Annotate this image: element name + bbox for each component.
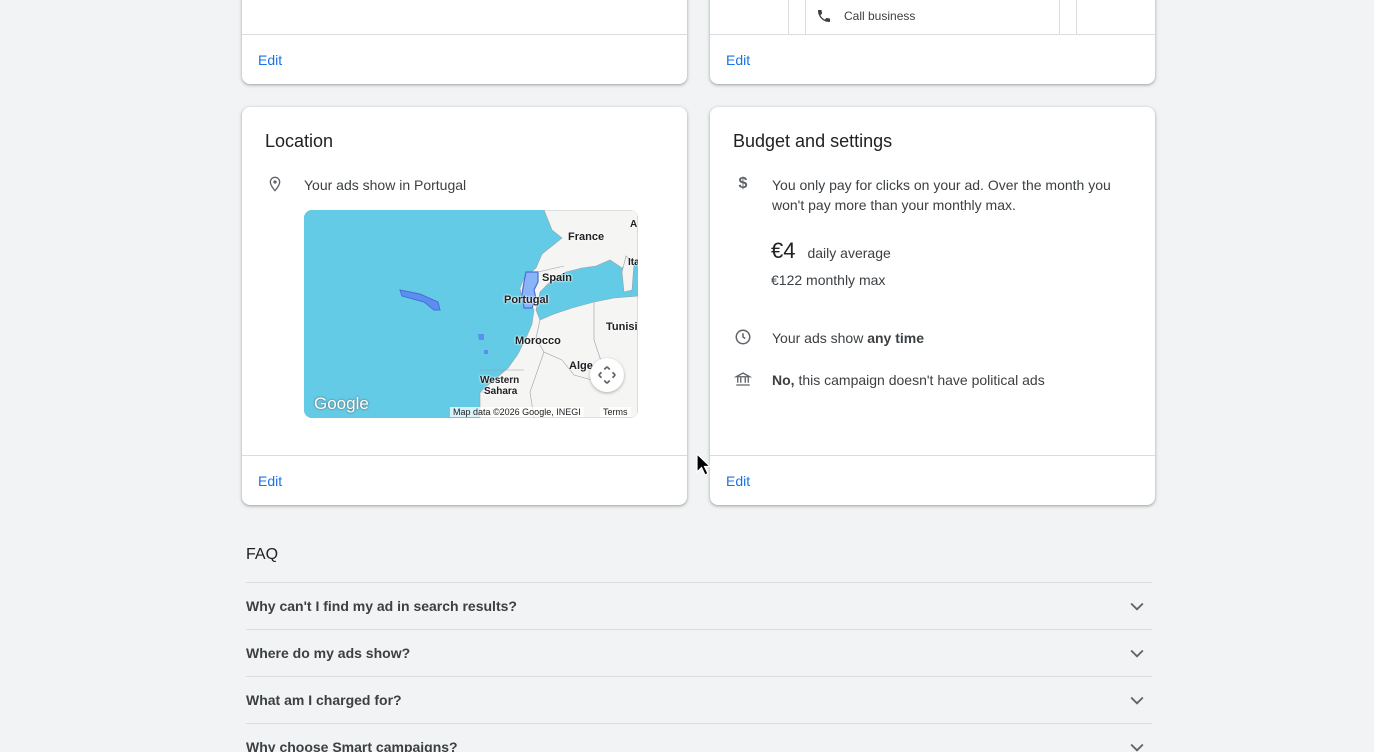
daily-label: daily average [807,245,891,261]
pay-info-text: You only pay for clicks on your ad. Over… [772,177,1111,213]
location-row: Your ads show in Portugal [266,175,466,195]
ad-preview-card-top-right: Call business Edit [710,0,1155,84]
map-label-portugal: Portugal [504,294,549,306]
budget-edit-link[interactable]: Edit [726,473,750,489]
chevron-down-icon [1125,735,1149,752]
dollar-icon: $ [738,175,748,192]
ad-preview-card-top-left: Edit [242,0,687,84]
bank-icon [734,370,752,388]
location-pin-icon [266,175,284,193]
map-label-tunisia: Tunisi [606,321,638,333]
political-bold: No, [772,372,795,388]
google-map-logo: Google [314,394,369,413]
map-fullscreen-button[interactable] [590,358,624,392]
faq-item[interactable]: Why choose Smart campaigns? [246,723,1152,752]
edit-link[interactable]: Edit [726,52,750,68]
map-label-sahara: Sahara [484,386,518,397]
faq-question: Why choose Smart campaigns? [246,739,458,752]
map-attribution: Map data ©2026 Google, INEGI [450,407,584,417]
faq-item[interactable]: Where do my ads show? [246,629,1152,676]
map-label-france: France [568,231,605,243]
call-business-label: Call business [844,9,916,23]
mouse-cursor-icon [696,453,712,476]
map-terms-link[interactable]: Terms [600,407,631,417]
political-text: No, this campaign doesn't have political… [772,370,1045,390]
chevron-down-icon [1125,641,1149,665]
faq-item[interactable]: What am I charged for? [246,676,1152,723]
faq-title: FAQ [246,546,279,563]
budget-title: Budget and settings [733,131,893,151]
faq-question: What am I charged for? [246,692,402,708]
map-label-morocco: Morocco [515,335,561,347]
political-row: No, this campaign doesn't have political… [734,370,1045,390]
ad-preview-strip [788,0,789,34]
map-label-western: Western [480,375,520,386]
clock-icon [734,328,752,346]
location-text: Your ads show in Portugal [304,177,467,193]
ad-preview-strip [1076,0,1077,34]
map-label-spain: Spain [542,272,572,284]
expand-arrows-icon [598,366,616,384]
daily-amount: €4 [771,238,796,263]
daily-budget: €4 daily average [771,238,891,264]
ad-preview-strip [1059,0,1060,34]
location-title: Location [265,131,334,151]
chevron-down-icon [1125,688,1149,712]
card-footer: Edit [242,34,687,84]
map-label-algeria: Alge [569,360,593,372]
faq-question: Where do my ads show? [246,645,411,661]
edit-link[interactable]: Edit [258,52,282,68]
budget-card: Budget and settings $ You only pay for c… [710,107,1155,505]
call-business-row: Call business [816,8,915,24]
political-rest: this campaign doesn't have political ads [794,372,1045,388]
card-footer: Edit [710,455,1155,505]
schedule-row: Your ads show any time [734,328,924,348]
card-footer: Edit [710,34,1155,84]
map-label-italy: Ita [628,257,638,268]
schedule-bold: any time [867,330,925,346]
location-card: Location Your ads show in Portugal Franc… [242,107,687,505]
monthly-max: €122 monthly max [771,272,886,288]
chevron-down-icon [1125,594,1149,618]
location-map[interactable]: France Spain Portugal Morocco Alge Tunis… [304,210,638,418]
ad-preview-strip [805,0,806,34]
card-footer: Edit [242,455,687,505]
faq-question: Why can't I find my ad in search results… [246,598,517,614]
faq-item[interactable]: Why can't I find my ad in search results… [246,582,1152,629]
pay-info-row: $ You only pay for clicks on your ad. Ov… [734,175,1122,215]
map-label-a: A [630,219,638,230]
phone-icon [816,8,832,24]
location-edit-link[interactable]: Edit [258,473,282,489]
schedule-prefix: Your ads show [772,330,868,346]
schedule-text: Your ads show any time [772,328,924,348]
